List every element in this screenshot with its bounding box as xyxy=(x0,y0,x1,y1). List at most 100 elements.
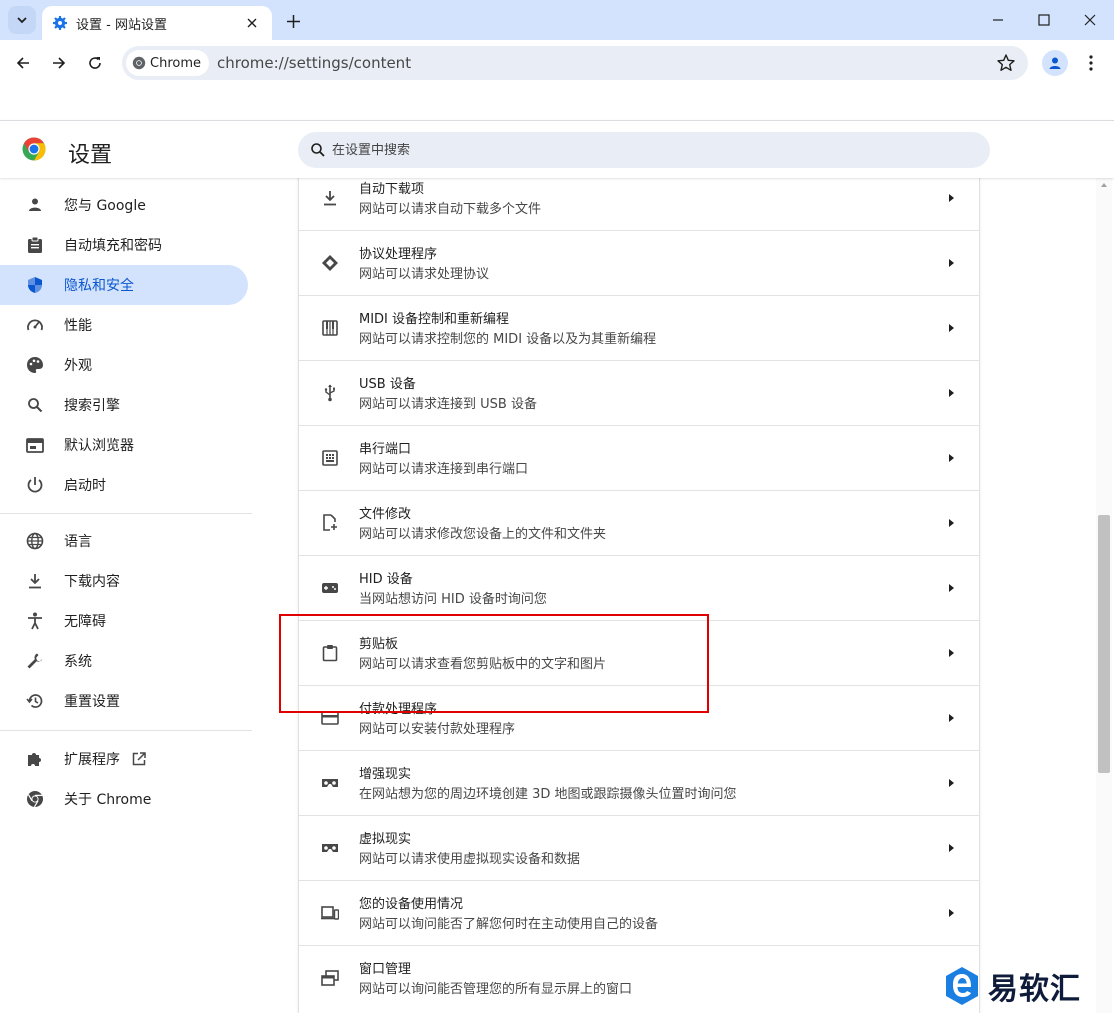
sidebar-item-performance[interactable]: 性能 xyxy=(0,305,248,345)
external-link-icon xyxy=(132,752,146,766)
more-menu-button[interactable] xyxy=(1082,50,1100,76)
active-tab[interactable]: 设置 - 网站设置 xyxy=(42,6,272,40)
clipboard-icon xyxy=(24,234,46,256)
globe-icon xyxy=(24,530,46,552)
minimize-icon xyxy=(993,19,1003,21)
minimize-button[interactable] xyxy=(986,8,1010,32)
sidebar-divider xyxy=(0,730,252,731)
row-description: 网站可以请求修改您设备上的文件和文件夹 xyxy=(359,527,607,542)
row-title: 虚拟现实 xyxy=(359,832,412,847)
sidebar-item-appearance[interactable]: 外观 xyxy=(0,345,248,385)
list-item-device-use[interactable]: 您的设备使用情况 网站可以询问能否了解您何时在主动使用自己的设备 xyxy=(299,881,979,946)
sidebar-item-system[interactable]: 系统 xyxy=(0,641,248,681)
new-tab-button[interactable] xyxy=(282,10,304,32)
row-description: 网站可以请求处理协议 xyxy=(359,267,490,282)
site-info-chip[interactable]: Chrome xyxy=(126,50,209,76)
sidebar-item-accessibility[interactable]: 无障碍 xyxy=(0,601,248,641)
clipboard-highlight-box xyxy=(279,614,709,713)
sidebar-item-label: 下载内容 xyxy=(64,574,120,590)
sidebar-divider xyxy=(0,513,252,514)
forward-button[interactable] xyxy=(46,50,72,76)
row-description: 网站可以请求自动下载多个文件 xyxy=(359,202,542,217)
row-title: HID 设备 xyxy=(359,572,413,587)
sidebar-item-about-chrome[interactable]: 关于 Chrome xyxy=(0,779,248,819)
sidebar-item-extensions[interactable]: 扩展程序 xyxy=(0,739,248,779)
protocol-icon xyxy=(319,252,341,274)
scrollbar-thumb[interactable] xyxy=(1098,515,1110,773)
sidebar-item-label: 搜索引擎 xyxy=(64,398,120,414)
watermark-text: 易软汇 xyxy=(988,972,1081,1007)
arrow-right-icon xyxy=(949,389,954,397)
gear-icon xyxy=(53,16,67,30)
sidebar-item-downloads[interactable]: 下载内容 xyxy=(0,561,248,601)
chevron-down-icon xyxy=(17,17,27,24)
scroll-up-icon[interactable] xyxy=(1096,178,1112,192)
settings-header: 设置 xyxy=(0,120,1114,178)
arrow-right-icon xyxy=(949,584,954,592)
row-title: USB 设备 xyxy=(359,377,416,392)
sidebar-item-search-engine[interactable]: 搜索引擎 xyxy=(0,385,248,425)
avatar-icon xyxy=(1049,57,1061,69)
row-title: 协议处理程序 xyxy=(359,247,438,262)
maximize-button[interactable] xyxy=(1032,8,1056,32)
sidebar-item-label: 您与 Google xyxy=(64,198,146,214)
close-window-button[interactable] xyxy=(1078,8,1102,32)
reload-button[interactable] xyxy=(82,50,108,76)
maximize-icon xyxy=(1038,14,1050,26)
sidebar-item-languages[interactable]: 语言 xyxy=(0,521,248,561)
list-item-automatic-downloads[interactable]: 自动下载项 网站可以请求自动下载多个文件 xyxy=(299,178,979,231)
list-item-serial-ports[interactable]: 串行端口 网站可以请求连接到串行端口 xyxy=(299,426,979,491)
list-item-virtual-reality[interactable]: 虚拟现实 网站可以请求使用虚拟现实设备和数据 xyxy=(299,816,979,881)
sidebar-item-label: 外观 xyxy=(64,358,92,374)
sidebar-item-label: 隐私和安全 xyxy=(64,278,134,294)
arrow-right-icon xyxy=(53,57,66,69)
sidebar-item-label: 系统 xyxy=(64,654,92,670)
row-title: 您的设备使用情况 xyxy=(359,897,464,912)
list-item-usb-devices[interactable]: USB 设备 网站可以请求连接到 USB 设备 xyxy=(299,361,979,426)
address-bar[interactable]: Chrome chrome://settings/content xyxy=(122,46,1028,80)
sidebar-item-label: 性能 xyxy=(64,318,92,334)
list-item-protocol-handlers[interactable]: 协议处理程序 网站可以请求处理协议 xyxy=(299,231,979,296)
chrome-icon xyxy=(132,56,146,70)
sidebar-item-autofill[interactable]: 自动填充和密码 xyxy=(0,225,248,265)
list-item-hid-devices[interactable]: HID 设备 当网站想访问 HID 设备时询问您 xyxy=(299,556,979,621)
wrench-icon xyxy=(24,650,46,672)
sidebar-item-reset[interactable]: 重置设置 xyxy=(0,681,248,721)
watermark: 易软汇 xyxy=(944,964,1081,1008)
row-title: 串行端口 xyxy=(359,442,412,457)
settings-search[interactable] xyxy=(298,132,990,168)
close-icon xyxy=(1084,14,1096,26)
shield-icon xyxy=(24,274,46,296)
search-icon xyxy=(24,394,46,416)
bookmark-star-icon[interactable] xyxy=(996,53,1016,73)
person-icon xyxy=(24,194,46,216)
kebab-icon xyxy=(1089,55,1093,71)
page-title: 设置 xyxy=(68,143,113,168)
arrow-right-icon xyxy=(949,844,954,852)
sidebar-item-on-startup[interactable]: 启动时 xyxy=(0,465,248,505)
serial-port-icon xyxy=(319,447,341,469)
title-bar: 设置 - 网站设置 xyxy=(0,0,1114,40)
sidebar-item-label: 语言 xyxy=(64,534,92,550)
list-item-window-management[interactable]: 窗口管理 网站可以询问能否管理您的所有显示屏上的窗口 xyxy=(299,946,979,1011)
list-item-midi-devices[interactable]: MIDI 设备控制和重新编程 网站可以请求控制您的 MIDI 设备以及为其重新编… xyxy=(299,296,979,361)
close-tab-icon[interactable] xyxy=(242,13,262,33)
search-icon xyxy=(311,143,325,157)
row-description: 网站可以询问能否管理您的所有显示屏上的窗口 xyxy=(359,982,633,997)
accessibility-icon xyxy=(24,610,46,632)
row-title: 自动下载项 xyxy=(359,182,425,197)
sidebar-item-privacy[interactable]: 隐私和安全 xyxy=(0,265,248,305)
search-input[interactable] xyxy=(332,142,932,158)
reload-icon xyxy=(89,57,101,69)
sidebar-item-label: 重置设置 xyxy=(64,694,120,710)
list-item-augmented-reality[interactable]: 增强现实 在网站想为您的周边环境创建 3D 地图或跟踪摄像头位置时询问您 xyxy=(299,751,979,816)
plus-icon xyxy=(286,14,300,28)
profile-button[interactable] xyxy=(1042,50,1068,76)
row-description: 网站可以请求控制您的 MIDI 设备以及为其重新编程 xyxy=(359,332,657,347)
tab-search-button[interactable] xyxy=(8,6,36,34)
back-button[interactable] xyxy=(10,50,36,76)
vr-headset-icon xyxy=(319,837,341,859)
list-item-file-editing[interactable]: 文件修改 网站可以请求修改您设备上的文件和文件夹 xyxy=(299,491,979,556)
sidebar-item-you-and-google[interactable]: 您与 Google xyxy=(0,185,248,225)
sidebar-item-default-browser[interactable]: 默认浏览器 xyxy=(0,425,248,465)
